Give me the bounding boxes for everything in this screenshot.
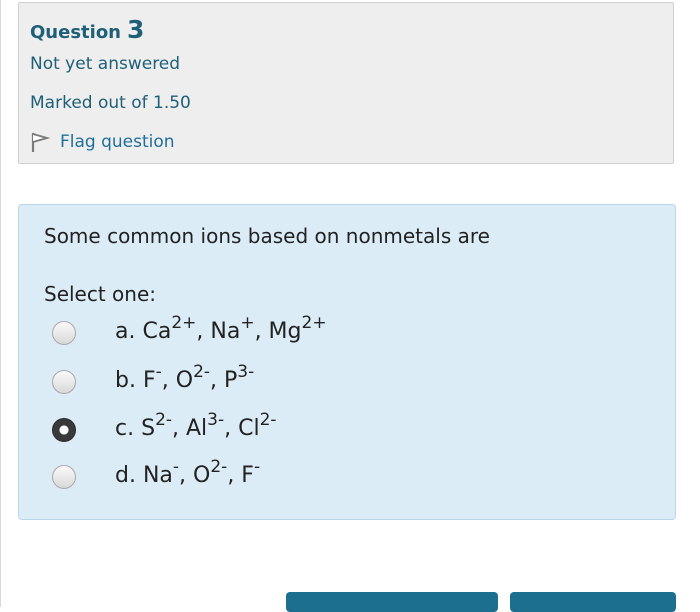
answer-option-formula: Na-, O2-, F- [142,457,261,488]
next-page-button[interactable] [510,592,676,612]
answer-option-d[interactable]: d. Na-, O2-, F- [52,457,652,501]
answer-option-letter: a. [115,319,143,344]
answer-option-formula: Ca2+, Na+, Mg2+ [142,313,327,344]
radio-button[interactable] [52,321,76,345]
answer-option-label: b. F-, O2-, P3- [115,362,255,393]
answer-option-label: d. Na-, O2-, F- [115,457,261,488]
question-text: Some common ions based on nonmetals are [44,224,490,248]
question-word: Question [30,22,121,43]
flag-icon [31,133,50,152]
question-title: Question 3 [30,15,144,44]
question-formulation: Some common ions based on nonmetals are … [18,204,676,520]
select-one-prompt: Select one: [44,282,157,306]
answer-option-c[interactable]: c. S2-, Al3-, Cl2- [52,410,652,454]
radio-button[interactable] [52,465,76,489]
answer-option-formula: F-, O2-, P3- [142,362,255,393]
answer-option-a[interactable]: a. Ca2+, Na+, Mg2+ [52,313,652,357]
answer-option-label: a. Ca2+, Na+, Mg2+ [115,313,327,344]
previous-page-button[interactable] [286,592,498,612]
radio-button[interactable] [52,418,76,442]
flag-question-link[interactable]: Flag question [30,131,175,153]
answer-option-formula: S2-, Al3-, Cl2- [141,410,277,441]
answer-option-label: c. S2-, Al3-, Cl2- [115,410,277,441]
answer-option-b[interactable]: b. F-, O2-, P3- [52,362,652,406]
question-grade: Marked out of 1.50 [30,93,191,113]
answer-option-letter: d. [115,463,143,488]
question-info-panel: Question 3 Not yet answered Marked out of… [18,2,674,164]
page-left-border [0,0,1,607]
question-number: 3 [127,15,145,44]
answer-option-letter: c. [115,416,142,441]
flag-question-label: Flag question [60,132,175,152]
question-state: Not yet answered [30,54,181,74]
radio-button[interactable] [52,370,76,394]
answer-option-letter: b. [115,368,143,393]
